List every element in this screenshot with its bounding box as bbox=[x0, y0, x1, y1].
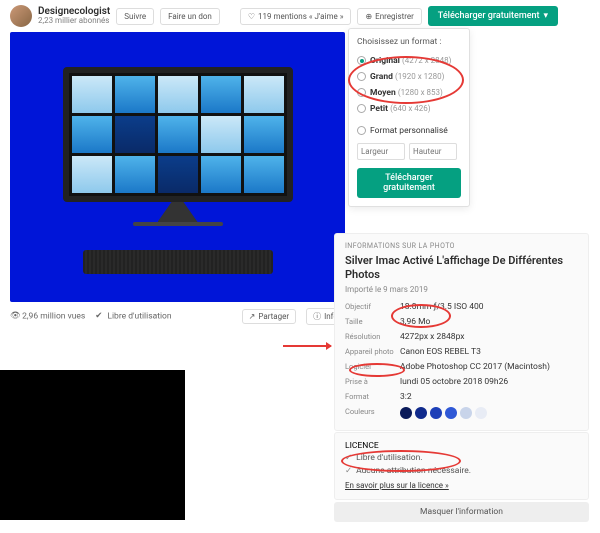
free-badge: ✔ Libre d'utilisation bbox=[95, 311, 171, 321]
info-row-camera: Appareil photoCanon EOS REBEL T3 bbox=[345, 345, 578, 360]
main-photo bbox=[10, 32, 345, 302]
color-swatch[interactable] bbox=[415, 407, 427, 419]
color-swatch[interactable] bbox=[430, 407, 442, 419]
radio-icon bbox=[357, 104, 366, 113]
check-icon: ✔ bbox=[95, 311, 105, 321]
bookmark-icon: ⊕ bbox=[365, 12, 372, 21]
color-swatch[interactable] bbox=[475, 407, 487, 419]
info-row-taken: Prise àlundi 05 octobre 2018 09h26 bbox=[345, 375, 578, 390]
save-button[interactable]: ⊕ Enregistrer bbox=[357, 8, 421, 25]
color-swatches bbox=[400, 407, 487, 419]
radio-icon bbox=[357, 126, 366, 135]
info-row-format: Format3:2 bbox=[345, 390, 578, 405]
info-row-lens: Objectif18.0mm ƒ/3.5 ISO 400 bbox=[345, 300, 578, 315]
format-option-large[interactable]: Grand (1920 x 1280) bbox=[357, 69, 461, 85]
info-section-label: INFORMATIONS SUR LA PHOTO bbox=[345, 242, 578, 250]
views-count: 👁 2,96 million vues bbox=[10, 311, 85, 321]
download-button[interactable]: Télécharger gratuitement ▾ bbox=[428, 6, 558, 26]
annotation-arrow bbox=[283, 345, 331, 347]
format-option-custom[interactable]: Format personnalisé bbox=[357, 123, 461, 139]
custom-height-input[interactable] bbox=[409, 143, 457, 160]
info-row-software: LogicielAdobe Photoshop CC 2017 (Macinto… bbox=[345, 360, 578, 375]
format-option-original[interactable]: Original (4272 x 2848) bbox=[357, 53, 461, 69]
license-section-label: LICENCE bbox=[345, 441, 578, 451]
format-option-medium[interactable]: Moyen (1280 x 853) bbox=[357, 85, 461, 101]
info-row-size: Taille3,96 Mo bbox=[345, 315, 578, 330]
license-noattr: Aucune attribution nécessaire. bbox=[345, 464, 578, 477]
radio-icon bbox=[357, 56, 366, 65]
user-block: Designecologist 2,23 millier abonnés bbox=[38, 6, 110, 26]
eye-icon: 👁 bbox=[10, 311, 20, 321]
license-panel: LICENCE Libre d'utilisation. Aucune attr… bbox=[334, 432, 589, 500]
donate-button[interactable]: Faire un don bbox=[160, 8, 220, 25]
radio-icon bbox=[357, 88, 366, 97]
license-free: Libre d'utilisation. bbox=[345, 451, 578, 464]
info-row-colors: Couleurs bbox=[345, 405, 578, 422]
photo-title: Silver Imac Activé L'affichage De Différ… bbox=[345, 254, 578, 282]
share-button[interactable]: ↗ Partager bbox=[242, 309, 296, 324]
color-swatch[interactable] bbox=[460, 407, 472, 419]
format-dropdown: Choisissez un format : Original (4272 x … bbox=[348, 28, 470, 207]
black-overlay bbox=[0, 370, 185, 520]
chevron-down-icon: ▾ bbox=[544, 11, 549, 21]
custom-width-input[interactable] bbox=[357, 143, 405, 160]
share-icon: ↗ bbox=[249, 312, 256, 321]
photo-info-panel: INFORMATIONS SUR LA PHOTO Silver Imac Ac… bbox=[334, 233, 589, 431]
avatar[interactable] bbox=[10, 5, 32, 27]
format-option-small[interactable]: Petit (640 x 426) bbox=[357, 101, 461, 117]
info-row-resolution: Résolution4272px x 2848px bbox=[345, 330, 578, 345]
dropdown-download-button[interactable]: Télécharger gratuitement bbox=[357, 168, 461, 198]
color-swatch[interactable] bbox=[445, 407, 457, 419]
license-learn-more-link[interactable]: En savoir plus sur la licence » bbox=[345, 481, 449, 490]
info-icon: ⓘ bbox=[313, 311, 321, 322]
color-swatch[interactable] bbox=[400, 407, 412, 419]
follow-button[interactable]: Suivre bbox=[116, 8, 154, 25]
dropdown-title: Choisissez un format : bbox=[357, 37, 461, 47]
user-followers: 2,23 millier abonnés bbox=[38, 17, 110, 26]
radio-icon bbox=[357, 72, 366, 81]
heart-icon: ♡ bbox=[248, 12, 255, 21]
likes-button[interactable]: ♡ 119 mentions « J'aime » bbox=[240, 8, 352, 25]
import-date: Importé le 9 mars 2019 bbox=[345, 285, 578, 294]
hide-info-button[interactable]: Masquer l'information bbox=[334, 502, 589, 522]
